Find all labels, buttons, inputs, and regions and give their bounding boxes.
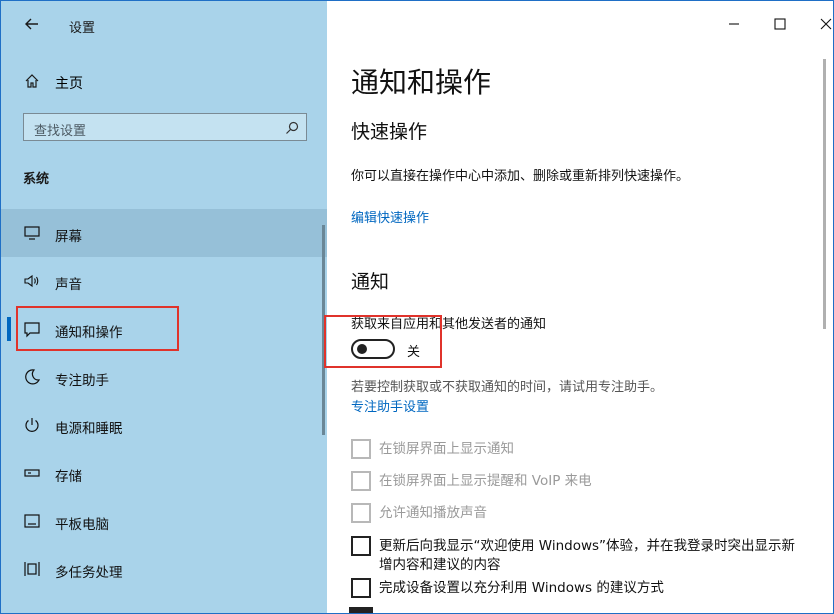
checkbox[interactable] [351,578,371,598]
moon-icon [25,369,41,385]
sidebar-item-label: 存储 [55,469,82,485]
checkbox-label: 在锁屏界面上显示通知 [379,441,514,457]
sidebar-item-display[interactable]: 屏幕 [1,209,327,257]
settings-window: 设置 主页 查找设置 系统 屏幕 声音 通知和操作 专注助手 电源和睡眠 存储 … [0,0,834,614]
monitor-icon [24,226,40,240]
main-scrollbar[interactable] [823,59,826,329]
sidebar-item-tablet[interactable]: 平板电脑 [1,497,327,545]
app-title: 设置 [69,21,96,36]
page-title: 通知和操作 [351,66,492,99]
back-button[interactable] [21,13,43,35]
sidebar-item-label: 屏幕 [55,229,82,245]
home-nav[interactable]: 主页 [21,69,321,95]
sidebar-item-power-sleep[interactable]: 电源和睡眠 [1,401,327,449]
close-icon[interactable] [817,15,834,33]
highlight-box [16,306,179,351]
checkbox[interactable] [351,471,371,491]
multitask-icon [24,562,40,576]
search-icon [286,121,299,134]
checkbox[interactable] [351,503,371,523]
sidebar-item-label: 专注助手 [55,373,109,389]
focus-assist-settings-link[interactable]: 专注助手设置 [351,396,429,415]
checkbox[interactable] [351,536,371,556]
notifications-heading: 通知 [351,271,390,293]
search-placeholder: 查找设置 [34,124,87,139]
sidebar-item-label: 多任务处理 [55,565,123,581]
sidebar-item-sound[interactable]: 声音 [1,257,327,305]
highlight-box [324,315,442,368]
search-input[interactable]: 查找设置 [23,113,307,141]
back-arrow-icon [25,18,38,30]
tablet-icon [24,514,40,528]
sidebar-nav: 屏幕 声音 通知和操作 专注助手 电源和睡眠 存储 平板电脑 多任务处理 [1,209,327,593]
window-controls [673,1,833,49]
checkbox[interactable] [351,439,371,459]
sidebar: 设置 主页 查找设置 系统 屏幕 声音 通知和操作 专注助手 电源和睡眠 存储 … [1,1,327,613]
speaker-icon [24,274,39,288]
sidebar-item-multitasking[interactable]: 多任务处理 [1,545,327,593]
focus-assist-hint: 若要控制获取或不获取通知的时间，请试用专注助手。 [351,380,664,395]
next-checkbox-edge [349,607,373,613]
checkbox-label: 完成设备设置以充分利用 Windows 的建议方式 [379,580,664,596]
sidebar-item-label: 电源和睡眠 [55,421,123,437]
sidebar-item-focus-assist[interactable]: 专注助手 [1,353,327,401]
titlebar-left: 设置 [1,1,327,49]
checkbox-label: 更新后向我显示“欢迎使用 Windows”体验，并在我登录时突出显示新增内容和建… [379,538,796,573]
home-label: 主页 [55,76,83,92]
sidebar-item-label: 平板电脑 [55,517,109,533]
quick-actions-heading: 快速操作 [351,121,428,143]
storage-icon [24,469,40,477]
minimize-icon[interactable] [725,15,743,33]
main-content: 通知和操作 快速操作 你可以直接在操作中心中添加、删除或重新排列快速操作。 编辑… [324,1,833,613]
checkbox-label: 在锁屏界面上显示提醒和 VoIP 来电 [379,473,592,489]
power-icon [25,418,39,432]
sidebar-item-storage[interactable]: 存储 [1,449,327,497]
maximize-icon[interactable] [771,15,789,33]
sidebar-item-label: 声音 [55,277,82,293]
home-icon [25,74,39,88]
checkbox-label: 允许通知播放声音 [379,505,487,521]
quick-actions-description: 你可以直接在操作中心中添加、删除或重新排列快速操作。 [351,169,690,184]
edit-quick-actions-link[interactable]: 编辑快速操作 [351,207,429,226]
section-title: 系统 [23,172,50,187]
